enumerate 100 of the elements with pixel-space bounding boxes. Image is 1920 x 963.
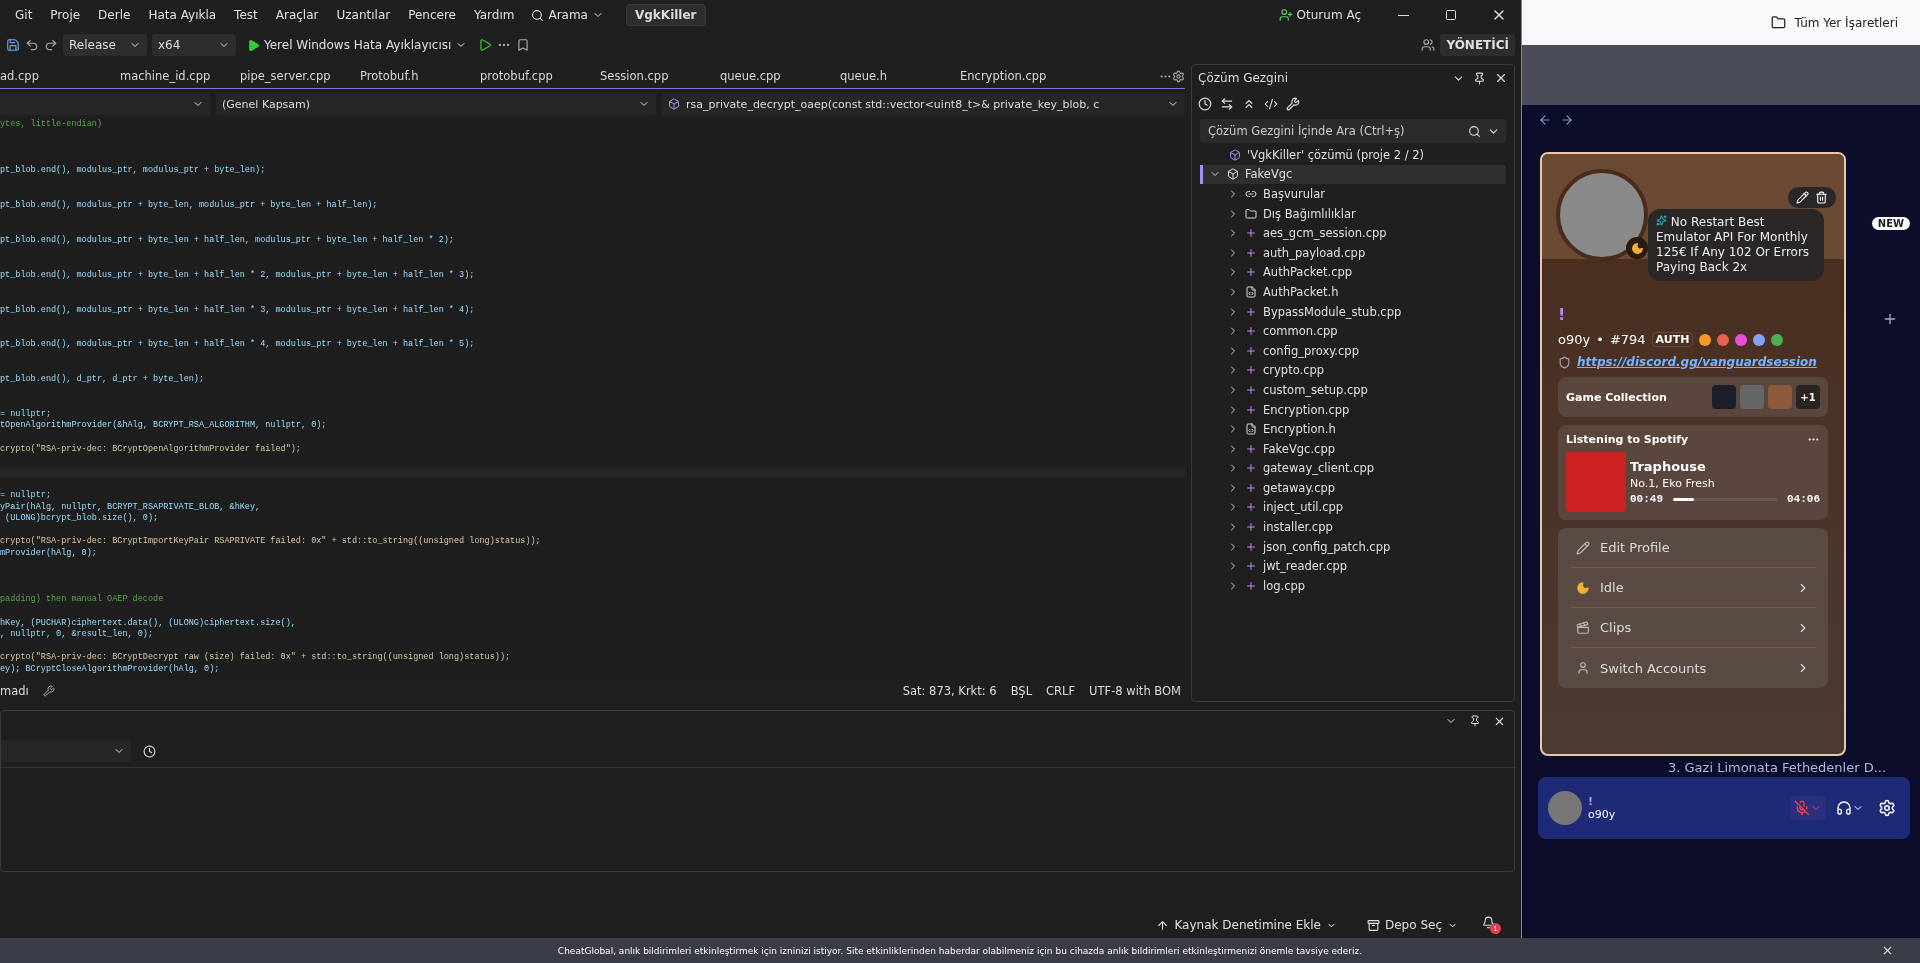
editor-tab[interactable]: Protobuf.h — [360, 69, 480, 83]
editor-tab[interactable]: protobuf.cpp — [480, 69, 600, 83]
tree-item[interactable]: FakeVgc — [1200, 164, 1506, 185]
forward-icon[interactable] — [1560, 113, 1574, 127]
tree-item-label: installer.cpp — [1263, 520, 1333, 535]
role-button[interactable]: YÖNETİCİ — [1440, 34, 1515, 56]
cpp-file-icon — [1245, 481, 1257, 494]
history-icon[interactable] — [1198, 97, 1212, 111]
editor-tab[interactable]: ad.cpp — [0, 69, 120, 83]
editor-tab[interactable]: Encryption.cpp — [960, 69, 1080, 83]
tree-item[interactable]: json_config_patch.cpp — [1200, 536, 1506, 557]
code-comment: padding) then manual OAEP decode — [0, 594, 165, 606]
tree-item[interactable]: 'VgkKiller' çözümü (proje 2 / 2) — [1200, 145, 1506, 165]
tree-item[interactable]: BypassModule_stub.cpp — [1200, 301, 1506, 322]
game-icon — [1768, 385, 1792, 409]
collapse-icon[interactable] — [1242, 97, 1256, 111]
sign-in-button[interactable]: Oturum Aç — [1272, 7, 1367, 23]
editor-tab[interactable]: queue.cpp — [720, 69, 840, 83]
menu-item[interactable]: Pencere — [401, 4, 463, 26]
platform-dropdown[interactable]: x64 — [152, 34, 236, 56]
play-outline-icon[interactable] — [478, 38, 493, 52]
menu-item[interactable]: Proje — [43, 4, 88, 26]
search-button[interactable]: Arama — [525, 4, 610, 26]
menu-item[interactable]: Hata Ayıkla — [141, 4, 224, 26]
code-line: pt_blob.end(), modulus_ptr + byte_len + half_len * 4, modulus_ptr + byte_len + half_len * 5); — [0, 339, 476, 351]
settings-icon[interactable] — [1172, 69, 1185, 83]
tree-item[interactable]: getaway.cpp — [1200, 478, 1506, 498]
tree-item[interactable]: common.cpp — [1200, 321, 1506, 341]
code-icon[interactable] — [1264, 97, 1278, 111]
properties-icon[interactable] — [1286, 97, 1300, 111]
menu-item[interactable]: Clips — [1570, 608, 1816, 648]
menu-item[interactable]: Switch Accounts — [1570, 648, 1816, 688]
tree-item-label: gateway_client.cpp — [1263, 461, 1375, 476]
tree-item[interactable]: auth_payload.cpp — [1200, 242, 1506, 263]
notifications-button[interactable]: 1 — [1482, 916, 1501, 934]
tree-item[interactable]: Encryption.cpp — [1200, 399, 1506, 420]
avatar — [1548, 791, 1582, 825]
editor-tab[interactable]: queue.h — [840, 69, 960, 83]
editor-tab[interactable]: machine_id.cpp — [120, 69, 240, 83]
pin-icon[interactable] — [1473, 71, 1486, 85]
tree-item[interactable]: aes_gcm_session.cpp — [1200, 223, 1506, 243]
scope-dropdown[interactable]: (Genel Kapsam) — [216, 93, 656, 115]
channel-name[interactable]: 3. Gazi Limonata Fethedenler D... — [1668, 760, 1910, 775]
add-to-source-control-button[interactable]: Kaynak Denetimine Ekle — [1150, 917, 1343, 933]
select-repository-button[interactable]: Depo Seç — [1361, 917, 1464, 933]
close-icon[interactable] — [1494, 71, 1508, 85]
tree-item[interactable]: inject_util.cpp — [1200, 497, 1506, 518]
wrench-icon[interactable] — [42, 685, 55, 697]
menu-item[interactable]: Idle — [1570, 568, 1816, 608]
undo-icon[interactable] — [25, 38, 39, 52]
menu-item[interactable]: Yardım — [467, 4, 522, 26]
tree-item-label: auth_payload.cpp — [1263, 245, 1366, 260]
menu-item[interactable]: Uzantılar — [329, 4, 398, 26]
configuration-dropdown[interactable]: Release — [63, 34, 147, 56]
back-icon[interactable] — [1538, 113, 1552, 127]
tree-item-label: getaway.cpp — [1263, 480, 1336, 495]
clock-icon[interactable] — [143, 744, 156, 758]
save-icon[interactable] — [6, 38, 20, 52]
cpp-file-icon — [1245, 344, 1257, 357]
tree-item[interactable]: Encryption.h — [1200, 419, 1506, 439]
cpp-file-icon — [1245, 364, 1257, 377]
close-icon[interactable] — [1493, 715, 1506, 728]
track-artist: No.1, Eko Fresh — [1630, 477, 1716, 490]
menu-item[interactable]: Derle — [91, 4, 138, 26]
tree-item[interactable]: AuthPacket.h — [1200, 282, 1506, 302]
tree-item[interactable]: crypto.cpp — [1200, 360, 1506, 381]
menu-item[interactable]: Git — [8, 4, 40, 26]
mute-button[interactable] — [1790, 796, 1826, 820]
tree-item[interactable]: custom_setup.cpp — [1200, 380, 1506, 400]
menu-item[interactable]: Edit Profile — [1570, 528, 1816, 568]
users-icon[interactable] — [1421, 38, 1436, 52]
edit-icon[interactable] — [1796, 191, 1809, 204]
tree-item[interactable]: AuthPacket.cpp — [1200, 262, 1506, 283]
menu-item[interactable]: Araçlar — [268, 4, 326, 26]
bell-icon — [1482, 916, 1495, 929]
tree-item[interactable]: Dış Bağımlılıklar — [1200, 203, 1506, 224]
menu-item[interactable]: Test — [227, 4, 265, 26]
bookmarks-folder[interactable]: Tüm Yer İşaretleri — [1794, 15, 1898, 30]
member-dropdown[interactable]: rsa_private_decrypt_oaep(const std::vector<uint8_t>& private_key_blob, c — [662, 93, 1185, 115]
code-line: (ULONG)bcrypt_blob.size(), 0); — [4, 513, 160, 525]
search-icon[interactable] — [1468, 124, 1481, 138]
cpp-file-icon — [1245, 442, 1257, 455]
pin-icon[interactable] — [1469, 715, 1481, 727]
search-field[interactable]: Çözüm Gezgini İçinde Ara (Ctrl+ş) — [1200, 119, 1506, 143]
redo-icon[interactable] — [44, 38, 58, 52]
tree-item[interactable]: jwt_reader.cpp — [1200, 556, 1506, 577]
start-debugging-button[interactable]: Yerel Windows Hata Ayıklayıcısı — [241, 37, 474, 53]
bookmark-icon[interactable] — [516, 38, 531, 52]
editor-tab[interactable]: pipe_server.cpp — [240, 69, 360, 83]
discriminator: #794 — [1609, 332, 1646, 347]
delete-icon[interactable] — [1815, 191, 1828, 204]
tree-item[interactable]: installer.cpp — [1200, 517, 1506, 537]
tree-item[interactable]: FakeVgc.cpp — [1200, 438, 1506, 459]
tree-item[interactable]: log.cpp — [1200, 576, 1506, 596]
tree-item[interactable]: gateway_client.cpp — [1200, 458, 1506, 479]
invite-link[interactable]: https://discord.gg/vanguardsession — [1577, 355, 1817, 369]
sync-icon[interactable] — [1220, 97, 1234, 111]
editor-tab[interactable]: Session.cpp — [600, 69, 720, 83]
tree-item[interactable]: config_proxy.cpp — [1200, 340, 1506, 361]
tree-item[interactable]: Başvurular — [1200, 184, 1506, 204]
